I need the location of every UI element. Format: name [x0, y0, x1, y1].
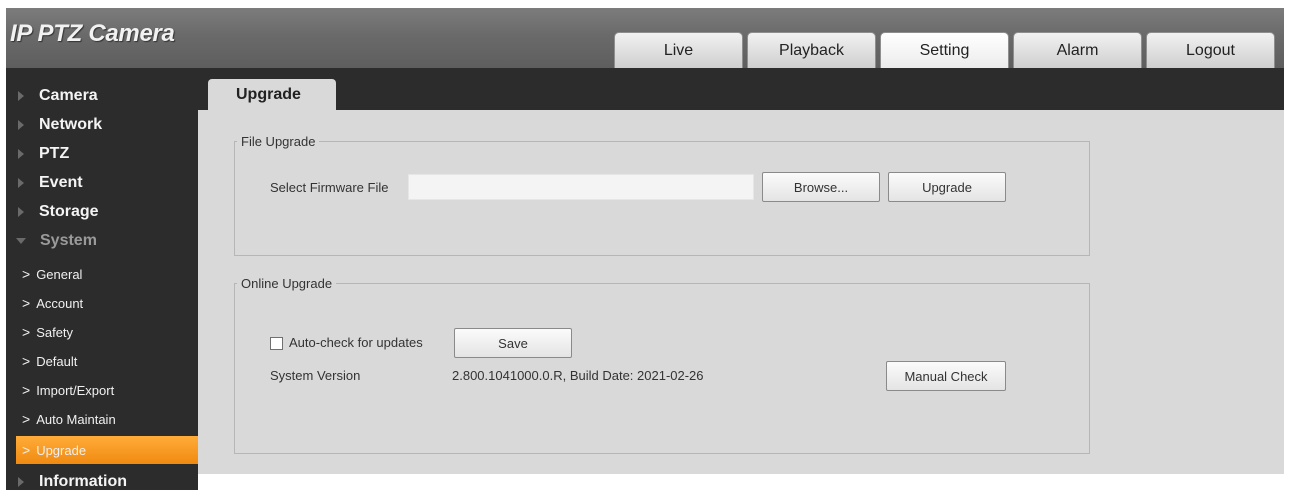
- sidebar-subitem-label: General: [36, 266, 83, 282]
- sidebar-item-label: System: [40, 232, 97, 249]
- tab-upgrade[interactable]: Upgrade: [208, 79, 336, 111]
- tab-setting[interactable]: Setting: [880, 32, 1009, 68]
- sidebar-subitem-label: Account: [36, 295, 84, 311]
- sidebar-subitem-label: Upgrade: [36, 442, 87, 458]
- auto-check-checkbox[interactable]: [270, 337, 283, 350]
- online-upgrade-legend: Online Upgrade: [241, 276, 333, 291]
- caret-down-icon: [16, 238, 26, 244]
- upgrade-panel: File Upgrade Select Firmware File Browse…: [198, 110, 1284, 474]
- chevron-right-icon: >: [22, 442, 31, 458]
- tab-alarm[interactable]: Alarm: [1013, 32, 1142, 68]
- tab-logout[interactable]: Logout: [1146, 32, 1275, 68]
- system-version-value: 2.800.1041000.0.R, Build Date: 2021-02-2…: [452, 368, 704, 383]
- caret-right-icon: [18, 91, 24, 101]
- chevron-right-icon: >: [22, 411, 31, 427]
- sidebar-item-camera[interactable]: Camera: [6, 82, 198, 110]
- sidebar-item-storage[interactable]: Storage: [6, 198, 198, 226]
- chevron-right-icon: >: [22, 266, 31, 282]
- caret-right-icon: [18, 149, 24, 159]
- sidebar-item-label: Storage: [39, 203, 99, 220]
- sidebar-item-label: Information: [39, 473, 127, 490]
- sidebar-subitem-account[interactable]: > Account: [16, 289, 198, 317]
- caret-right-icon: [18, 120, 24, 130]
- firmware-file-input[interactable]: [408, 174, 754, 200]
- sidebar-subitem-label: Auto Maintain: [36, 411, 116, 427]
- sidebar-subitem-label: Safety: [36, 324, 74, 340]
- sidebar-item-label: PTZ: [39, 145, 70, 162]
- header-bar: IP PTZ Camera Live Playback Setting Alar…: [6, 8, 1284, 68]
- sidebar-subitem-safety[interactable]: > Safety: [16, 318, 198, 346]
- auto-check-label: Auto-check for updates: [289, 335, 423, 350]
- app-logo-title: IP PTZ Camera: [10, 20, 175, 47]
- sidebar-subitem-upgrade[interactable]: > Upgrade: [16, 436, 198, 464]
- chevron-right-icon: >: [22, 295, 31, 311]
- sidebar-subitem-label: Import/Export: [36, 382, 115, 398]
- sidebar-subitem-label: Default: [36, 353, 78, 369]
- chevron-right-icon: >: [22, 324, 31, 340]
- sidebar-item-ptz[interactable]: PTZ: [6, 140, 198, 168]
- caret-right-icon: [18, 207, 24, 217]
- sidebar-subitem-default[interactable]: > Default: [16, 347, 198, 375]
- sidebar-subitem-import-export[interactable]: > Import/Export: [16, 376, 198, 404]
- file-upgrade-legend: File Upgrade: [241, 134, 316, 149]
- sidebar-item-label: Network: [39, 116, 103, 133]
- sidebar-item-network[interactable]: Network: [6, 111, 198, 139]
- sidebar-item-label: Camera: [39, 87, 98, 104]
- chevron-right-icon: >: [22, 353, 31, 369]
- sidebar-subitem-auto-maintain[interactable]: > Auto Maintain: [16, 405, 198, 433]
- select-firmware-label: Select Firmware File: [270, 180, 389, 195]
- sidebar-item-system[interactable]: System: [6, 227, 198, 255]
- upgrade-button[interactable]: Upgrade: [888, 172, 1006, 202]
- tab-playback[interactable]: Playback: [747, 32, 876, 68]
- sidebar: Camera Network PTZ Event Storage System …: [6, 76, 198, 490]
- chevron-right-icon: >: [22, 382, 31, 398]
- browse-button[interactable]: Browse...: [762, 172, 880, 202]
- system-version-label: System Version: [270, 368, 361, 383]
- sidebar-item-label: Event: [39, 174, 83, 191]
- caret-right-icon: [18, 477, 24, 487]
- top-nav-tabs: Live Playback Setting Alarm Logout: [614, 32, 1279, 68]
- tab-live[interactable]: Live: [614, 32, 743, 68]
- manual-check-button[interactable]: Manual Check: [886, 361, 1006, 391]
- save-button[interactable]: Save: [454, 328, 572, 358]
- sidebar-item-event[interactable]: Event: [6, 169, 198, 197]
- content-tab-bar: [198, 76, 1284, 110]
- caret-right-icon: [18, 178, 24, 188]
- header-divider-strip: [6, 68, 1284, 76]
- sidebar-subitem-general[interactable]: > General: [16, 260, 198, 288]
- sidebar-item-information[interactable]: Information: [6, 468, 198, 490]
